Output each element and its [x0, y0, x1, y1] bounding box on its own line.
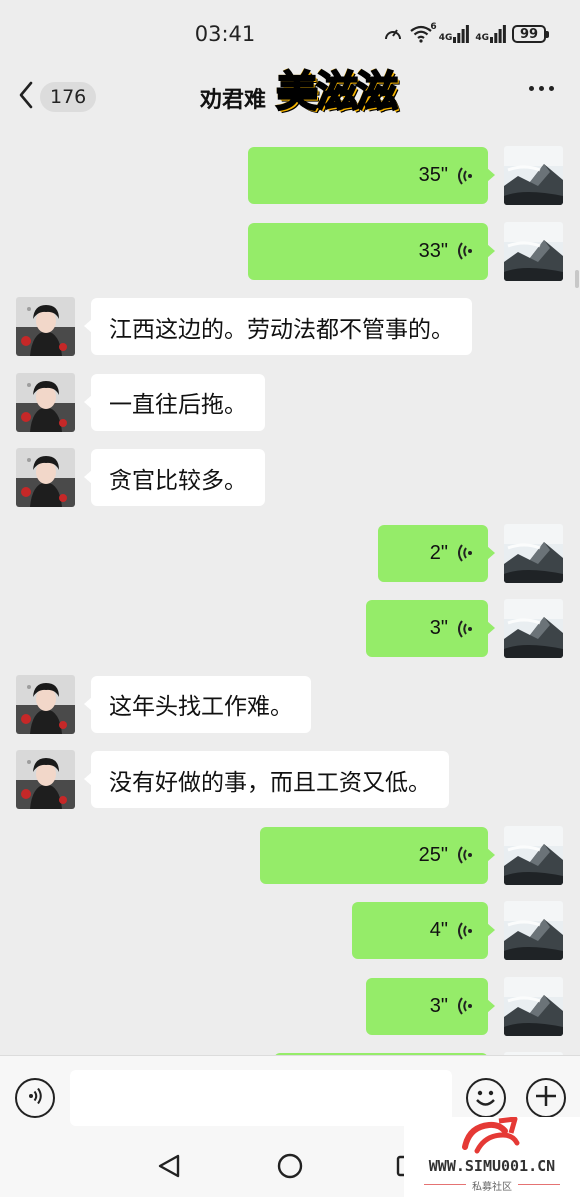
more-functions-button[interactable]	[526, 1078, 566, 1118]
outgoing-message: 4"	[0, 901, 580, 961]
divider	[518, 1184, 560, 1185]
watermark-logo-icon	[459, 1116, 525, 1161]
more-dot	[549, 86, 554, 91]
voice-wave-icon	[456, 996, 474, 1016]
voice-duration: 3"	[429, 994, 448, 1017]
text-bubble[interactable]: 没有好做的事，而且工资又低。	[84, 751, 449, 808]
outgoing-message: 2"	[0, 523, 580, 584]
speed-icon	[383, 25, 403, 43]
message-text: 这年头找工作难。	[109, 694, 293, 720]
my-avatar[interactable]	[504, 976, 563, 1036]
my-avatar[interactable]	[504, 599, 563, 658]
voice-message-bubble[interactable]: 35"	[248, 147, 495, 204]
battery-icon: 99	[512, 25, 549, 43]
triangle-back-icon[interactable]	[156, 1153, 182, 1183]
back-button[interactable]: 176	[18, 78, 97, 116]
wifi-icon: 6	[409, 22, 437, 43]
text-bubble[interactable]: 贪官比较多。	[84, 449, 265, 506]
incoming-message: 江西这边的。劳动法都不管事的。	[0, 297, 580, 357]
text-bubble[interactable]: 江西这边的。劳动法都不管事的。	[84, 298, 472, 355]
watermark: WWW.SIMU001.CN 私募社区	[404, 1116, 580, 1197]
unread-count-badge: 176	[40, 82, 97, 112]
text-bubble[interactable]: 一直往后拖。	[84, 373, 265, 431]
outgoing-message: 35"	[0, 146, 580, 206]
emoji-button[interactable]	[466, 1078, 506, 1118]
voice-message-bubble[interactable]: 2"	[378, 524, 495, 582]
network-2-label: 4G	[475, 33, 489, 43]
contact-avatar[interactable]	[16, 448, 75, 507]
voice-duration: 4"	[429, 919, 448, 941]
message-text: 没有好做的事，而且工资又低。	[109, 769, 431, 796]
voice-duration: 3"	[429, 617, 448, 639]
my-avatar[interactable]	[504, 825, 563, 885]
contact-avatar[interactable]	[16, 750, 75, 809]
signal-2-icon: 4G	[475, 25, 506, 43]
battery-level: 99	[519, 26, 539, 42]
wifi-label: 6	[430, 22, 437, 32]
contact-avatar[interactable]	[16, 372, 75, 432]
voice-wave-icon	[456, 166, 474, 186]
voice-wave-icon	[24, 1085, 46, 1111]
my-avatar[interactable]	[504, 221, 563, 281]
my-avatar[interactable]	[504, 146, 563, 205]
message-input[interactable]	[70, 1070, 452, 1126]
sticker-text: 美滋滋	[275, 66, 399, 117]
message-text: 一直往后拖。	[109, 392, 247, 418]
outgoing-message: 25"	[0, 825, 580, 886]
voice-duration: 35"	[418, 164, 448, 186]
voice-wave-icon	[456, 845, 474, 865]
voice-message-bubble[interactable]: 25"	[260, 826, 495, 884]
signal-1-icon: 4G	[439, 25, 470, 43]
text-bubble[interactable]: 这年头找工作难。	[84, 675, 311, 733]
outgoing-message: 3"	[0, 976, 580, 1037]
message-text: 贪官比较多。	[109, 467, 247, 494]
voice-message-bubble[interactable]: 3"	[366, 600, 495, 657]
incoming-message: 这年头找工作难。	[0, 674, 580, 735]
contact-avatar[interactable]	[16, 674, 75, 734]
voice-wave-icon	[456, 543, 474, 563]
voice-wave-icon	[456, 619, 474, 639]
voice-message-bubble[interactable]: 3"	[366, 977, 495, 1035]
more-dots-icon	[529, 86, 534, 91]
title-sticker: 美滋滋	[275, 58, 438, 118]
voice-duration: 25"	[418, 843, 448, 866]
voice-duration: 33"	[418, 239, 448, 262]
outgoing-message: 33"	[0, 221, 580, 282]
voice-input-button[interactable]	[15, 1078, 55, 1118]
incoming-message: 一直往后拖。	[0, 372, 580, 433]
status-icons: 6 4G 4G 99	[383, 22, 549, 46]
outgoing-message: 3"	[0, 599, 580, 659]
chat-title: 劝君难	[200, 87, 267, 112]
incoming-message: 贪官比较多。	[0, 448, 580, 508]
status-bar: 03:41 6 4G 4G 99	[0, 0, 580, 62]
contact-avatar[interactable]	[16, 297, 75, 356]
network-1-label: 4G	[438, 33, 453, 43]
watermark-subtitle: 私募社区	[472, 1182, 512, 1193]
voice-wave-icon	[456, 921, 474, 941]
voice-wave-icon	[456, 241, 474, 261]
more-options-button[interactable]	[529, 86, 554, 91]
voice-message-bubble[interactable]: 33"	[248, 222, 495, 280]
voice-message-bubble[interactable]: 4"	[352, 902, 495, 959]
more-dot	[539, 86, 544, 91]
plus-icon	[534, 1084, 558, 1112]
watermark-url: WWW.SIMU001.CN	[428, 1157, 556, 1175]
message-list[interactable]: 35" 33" 江西这边的。劳动法都不管事的。 一直往后拖。 贪官比较多。 2"…	[0, 130, 580, 1055]
incoming-message: 没有好做的事，而且工资又低。	[0, 750, 580, 810]
my-avatar[interactable]	[504, 901, 563, 960]
message-text: 江西这边的。劳动法都不管事的。	[109, 316, 454, 343]
circle-home-icon[interactable]	[277, 1153, 303, 1183]
voice-duration: 2"	[429, 541, 448, 564]
my-avatar[interactable]	[504, 523, 563, 583]
chevron-left-icon	[18, 81, 34, 113]
chat-header: 176 劝君难 美滋滋	[0, 62, 580, 130]
